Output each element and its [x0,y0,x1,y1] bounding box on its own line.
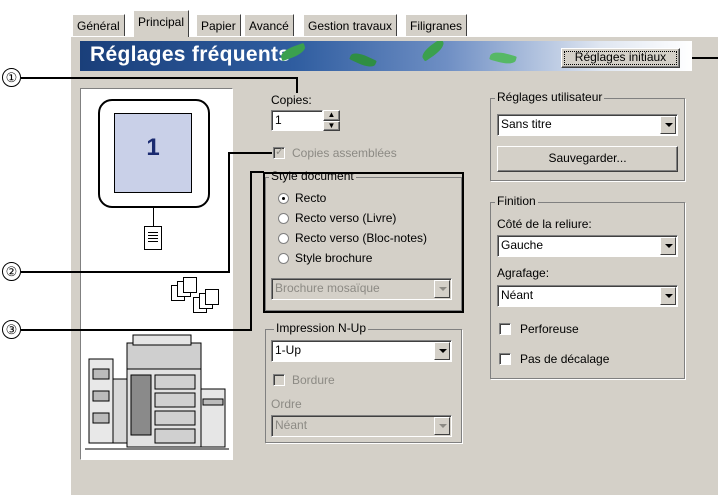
chevron-down-icon [434,342,450,360]
callout-1-line [296,77,298,93]
banner-title: Réglages fréquents [90,43,291,66]
callout-2-line [228,152,272,154]
finishing-title: Finition [495,194,538,208]
tab-avance[interactable]: Avancé [244,14,294,36]
callout-2: ② [2,262,21,281]
connector-line [153,208,154,226]
border-label: Bordure [292,373,335,387]
callout-3-line [250,171,252,331]
user-settings-select-value: Sans titre [501,117,552,131]
border-checkbox[interactable] [273,374,285,386]
copies-decrement-button[interactable]: ▼ [323,121,340,131]
page-number: 1 [146,134,160,161]
leaf-decoration [349,49,377,71]
order-label: Ordre [271,397,302,411]
punch-label: Perforeuse [520,322,579,336]
callout-3: ③ [2,320,21,339]
callout-3-line [250,171,264,173]
callout-3-line [21,329,252,331]
binding-select[interactable]: Gauche [497,235,678,257]
chevron-down-icon [434,417,450,435]
chevron-down-icon [660,116,676,134]
initial-settings-button[interactable]: Réglages initiaux [561,48,680,68]
user-settings-select[interactable]: Sans titre [497,114,678,136]
staple-label: Agrafage: [497,266,550,280]
callout-2-line [21,271,230,273]
callout-right-line [692,57,718,59]
staple-select[interactable]: Néant [497,285,678,307]
callout-1: ① [2,68,21,87]
collate-label: Copies assemblées [292,146,397,160]
no-offset-checkbox[interactable] [499,353,511,365]
nup-select[interactable]: 1-Up [271,340,452,362]
tab-gestion-travaux[interactable]: Gestion travaux [303,14,398,36]
callout-2-line [228,152,230,273]
tab-general[interactable]: Général [72,14,125,36]
copies-label: Copies: [271,93,312,107]
chevron-down-icon [660,287,676,305]
staple-select-value: Néant [501,288,534,302]
copies-increment-button[interactable]: ▲ [323,110,340,121]
callout-1-line [21,77,298,79]
printer-illustration [85,334,229,450]
document-style-highlight [263,172,464,313]
binding-select-value: Gauche [501,238,544,252]
binding-label: Côté de la reliure: [497,217,592,231]
nup-title: Impression N-Up [274,321,369,335]
page-preview: 1 [114,113,192,193]
order-select-value: Néant [275,418,308,432]
preview-pane: 1 [80,88,233,460]
nup-select-value: 1-Up [275,343,302,357]
tab-papier[interactable]: Papier [196,14,241,36]
collate-checkbox[interactable] [273,145,285,159]
leaf-decoration [489,49,517,67]
copies-input[interactable]: 1 [271,110,323,131]
save-button[interactable]: Sauvegarder... [497,146,678,172]
tab-filigranes[interactable]: Filigranes [405,14,468,36]
no-offset-label: Pas de décalage [520,352,610,366]
tab-principal[interactable]: Principal [133,10,190,37]
punch-checkbox[interactable] [499,323,511,335]
user-settings-title: Réglages utilisateur [495,90,605,104]
leaf-decoration [419,41,447,62]
chevron-down-icon [660,237,676,255]
document-icon [144,226,162,250]
order-select[interactable]: Néant [271,415,452,437]
page-preview-frame: 1 [98,99,210,208]
